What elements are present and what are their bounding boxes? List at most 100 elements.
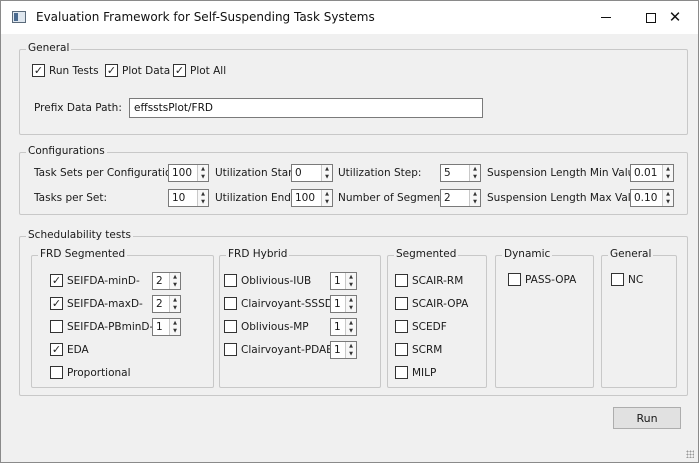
spin-down-icon[interactable]: ▼ [346,281,356,289]
utilization-step-label: Utilization Step: [338,167,422,179]
minimize-button[interactable] [583,1,629,34]
dynamic-title: Dynamic [502,248,553,260]
run-tests-checkbox[interactable]: Run Tests [32,64,99,77]
prefix-data-path-label: Prefix Data Path: [34,102,122,114]
spin-down-icon[interactable]: ▼ [346,350,356,358]
spin-down-icon[interactable]: ▼ [322,173,332,181]
seifda-pbmind-checkbox[interactable]: SEIFDA-PBminD- [50,320,153,333]
spin-down-icon[interactable]: ▼ [346,304,356,312]
checkbox-icon [395,366,408,379]
plot-all-checkbox[interactable]: Plot All [173,64,226,77]
pass-opa-checkbox[interactable]: PASS-OPA [508,273,576,286]
spin-down-icon[interactable]: ▼ [470,173,480,181]
utilization-end-spinbox[interactable]: 100 ▲ ▼ [291,189,333,207]
seifda-maxd-spinbox[interactable]: 2 ▲ ▼ [152,295,181,313]
resize-grip-icon[interactable] [686,450,694,458]
tasks-per-set-label: Tasks per Set: [34,192,108,204]
clairvoyant-pdab-checkbox[interactable]: Clairvoyant-PDAB [224,343,333,356]
clairvoyant-sssd-spinbox[interactable]: 1 ▲ ▼ [330,295,357,313]
utilization-start-spinbox[interactable]: 0 ▲ ▼ [291,164,333,182]
spin-up-icon[interactable]: ▲ [346,342,356,350]
spin-down-icon[interactable]: ▼ [198,173,208,181]
spin-down-icon[interactable]: ▼ [170,281,180,289]
clairvoyant-sssd-checkbox[interactable]: Clairvoyant-SSSD [224,297,333,310]
close-button[interactable]: ✕ [652,1,698,34]
seifda-maxd-checkbox[interactable]: SEIFDA-maxD- [50,297,143,310]
clairvoyant-pdab-spinbox[interactable]: 1 ▲ ▼ [330,341,357,359]
oblivious-mp-spinbox[interactable]: 1 ▲ ▼ [330,318,357,336]
window-title: Evaluation Framework for Self-Suspending… [36,10,375,24]
scedf-checkbox[interactable]: SCEDF [395,320,447,333]
spin-up-icon[interactable]: ▲ [346,319,356,327]
checkbox-icon [173,64,186,77]
oblivious-iub-spinbox[interactable]: 1 ▲ ▼ [330,272,357,290]
checkbox-icon [50,274,63,287]
scair-rm-checkbox[interactable]: SCAIR-RM [395,274,463,287]
milp-checkbox[interactable]: MILP [395,366,436,379]
spin-down-icon[interactable]: ▼ [346,327,356,335]
spin-up-icon[interactable]: ▲ [170,273,180,281]
oblivious-mp-checkbox[interactable]: Oblivious-MP [224,320,309,333]
spin-up-icon[interactable]: ▲ [663,165,673,173]
checkbox-icon [32,64,45,77]
main-window: Evaluation Framework for Self-Suspending… [0,0,699,463]
checkbox-icon [395,274,408,287]
spin-down-icon[interactable]: ▼ [170,304,180,312]
utilization-start-label: Utilization Start: [215,167,301,179]
suspension-max-spinbox[interactable]: 0.10 ▲ ▼ [630,189,674,207]
segmented-title: Segmented [394,248,459,260]
spin-up-icon[interactable]: ▲ [470,190,480,198]
schedulability-tests-group-title: Schedulability tests [26,229,133,241]
title-bar: Evaluation Framework for Self-Suspending… [1,1,698,34]
run-button[interactable]: Run [613,407,681,429]
spin-up-icon[interactable]: ▲ [198,190,208,198]
spin-down-icon[interactable]: ▼ [663,198,673,206]
utilization-end-label: Utilization End: [215,192,295,204]
checkbox-icon [50,320,63,333]
spin-down-icon[interactable]: ▼ [170,327,180,335]
checkbox-icon [508,273,521,286]
spin-up-icon[interactable]: ▲ [470,165,480,173]
seifda-pbmind-spinbox[interactable]: 1 ▲ ▼ [152,318,181,336]
seifda-mind-checkbox[interactable]: SEIFDA-minD- [50,274,140,287]
spin-down-icon[interactable]: ▼ [663,173,673,181]
proportional-checkbox[interactable]: Proportional [50,366,131,379]
minimize-icon [601,17,611,18]
spin-up-icon[interactable]: ▲ [170,296,180,304]
spin-up-icon[interactable]: ▲ [322,190,332,198]
spin-down-icon[interactable]: ▼ [322,198,332,206]
frd-hybrid-title: FRD Hybrid [226,248,290,260]
tasks-per-set-spinbox[interactable]: 10 ▲ ▼ [168,189,209,207]
seifda-mind-spinbox[interactable]: 2 ▲ ▼ [152,272,181,290]
checkbox-icon [50,343,63,356]
oblivious-iub-checkbox[interactable]: Oblivious-IUB [224,274,311,287]
configurations-group-title: Configurations [26,145,107,157]
app-icon [12,11,26,23]
spin-up-icon[interactable]: ▲ [663,190,673,198]
utilization-step-spinbox[interactable]: 5 ▲ ▼ [440,164,481,182]
spin-up-icon[interactable]: ▲ [346,296,356,304]
spin-up-icon[interactable]: ▲ [170,319,180,327]
task-sets-spinbox[interactable]: 100 ▲ ▼ [168,164,209,182]
suspension-min-spinbox[interactable]: 0.01 ▲ ▼ [630,164,674,182]
general-tests-title: General [608,248,654,260]
eda-checkbox[interactable]: EDA [50,343,89,356]
spin-up-icon[interactable]: ▲ [198,165,208,173]
scair-opa-checkbox[interactable]: SCAIR-OPA [395,297,468,310]
task-sets-label: Task Sets per Configuration: [34,167,182,179]
spin-up-icon[interactable]: ▲ [346,273,356,281]
prefix-data-path-input[interactable] [129,98,483,118]
checkbox-icon [50,366,63,379]
checkbox-icon [50,297,63,310]
checkbox-icon [224,320,237,333]
spin-up-icon[interactable]: ▲ [322,165,332,173]
spin-down-icon[interactable]: ▼ [198,198,208,206]
number-of-segments-spinbox[interactable]: 2 ▲ ▼ [440,189,481,207]
frd-segmented-title: FRD Segmented [38,248,128,260]
nc-checkbox[interactable]: NC [611,273,643,286]
scrm-checkbox[interactable]: SCRM [395,343,442,356]
general-group-title: General [26,42,72,54]
plot-data-checkbox[interactable]: Plot Data [105,64,170,77]
spin-down-icon[interactable]: ▼ [470,198,480,206]
checkbox-icon [611,273,624,286]
